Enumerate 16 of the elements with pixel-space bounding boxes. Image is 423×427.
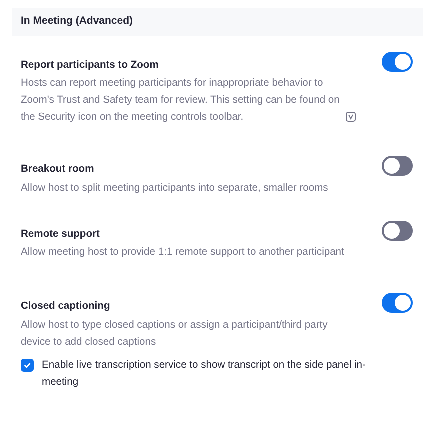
setting-description: Allow host to split meeting participants into separate, smaller rooms — [21, 182, 328, 196]
setting-description: Allow host to type closed captions or assign a participant/third party device to add closed captions — [21, 318, 329, 350]
setting-description: Allow meeting host to provide 1:1 remote support to another participant — [21, 246, 344, 260]
section-header: In Meeting (Advanced) — [12, 8, 423, 36]
check-icon — [23, 360, 32, 370]
toggle-switch[interactable] — [382, 156, 413, 176]
setting-title: Breakout room — [21, 163, 96, 178]
setting-title: Report participants to Zoom — [21, 58, 160, 73]
checkbox[interactable] — [21, 358, 34, 372]
setting-title: Remote support — [21, 228, 101, 242]
toggle-switch[interactable] — [382, 293, 413, 314]
setting-description: Hosts can report meeting participants for inappropriate behavior to Zoom's Trust and Safety team for review. This setting can be found on the Security icon on the meeting controls toolbar. — [21, 77, 341, 126]
toggle-switch[interactable] — [382, 220, 413, 241]
setting-title: Closed captioning — [21, 300, 112, 314]
checkbox-label: Enable live transcription service to show transcript on the side panel in-meeting — [42, 358, 366, 390]
toggle-switch[interactable] — [382, 52, 413, 72]
